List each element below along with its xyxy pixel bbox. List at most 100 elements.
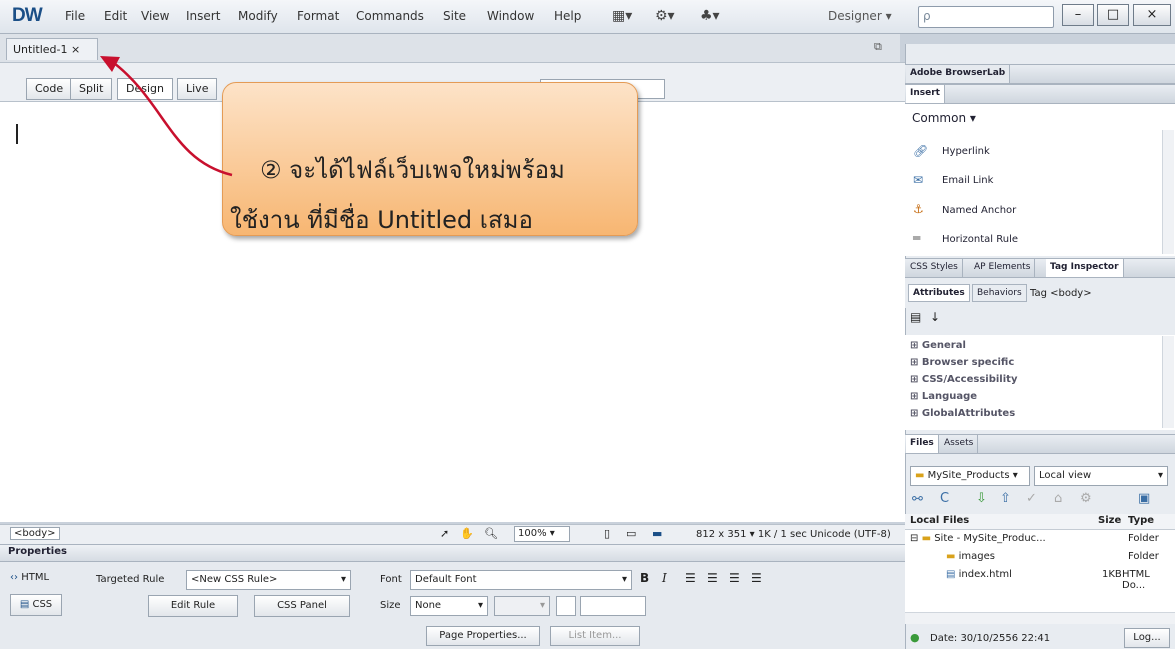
search-icon: ρ [923,9,931,23]
chevron-down-icon: ▾ [477,600,483,611]
layout-icon[interactable]: ▦▾ [612,8,632,24]
select-tool-icon[interactable]: ➚ [440,527,449,540]
expand-icon[interactable]: ▣ [1138,491,1150,506]
file-row-site[interactable]: ⊟ ▬ Site - MySite_Produc... [910,533,1046,544]
list-item-button[interactable]: List Item... [550,626,640,646]
sort-az-icon[interactable]: ↓ [930,310,940,324]
css-mode-button[interactable]: ▤ CSS [10,594,62,616]
site-select[interactable]: ▬ MySite_Products ▾ [910,466,1030,486]
align-center-button[interactable]: ☰ [707,571,718,585]
put-files-icon[interactable]: ⇧ [1000,491,1011,506]
css-panel-button[interactable]: CSS Panel [254,595,350,617]
attr-group-general[interactable]: ⊞ General [910,340,966,351]
minimize-button[interactable]: – [1062,4,1094,26]
insert-horizontal-rule[interactable]: Horizontal Rule [942,234,1018,245]
attr-group-browser[interactable]: ⊞ Browser specific [910,357,1014,368]
check-out-icon[interactable]: ✓ [1026,491,1037,506]
attr-group-language-label: Language [921,391,978,402]
html-mode-label: HTML [21,572,50,583]
file-row-index[interactable]: ▤ index.html [946,569,1012,580]
zoom-tool-icon[interactable]: 🔍︎ [484,527,498,540]
mobile-size-icon[interactable]: ▯ [604,527,610,540]
align-right-button[interactable]: ☰ [729,571,740,585]
maximize-button[interactable]: □ [1097,4,1129,26]
size-select[interactable]: None ▾ [410,596,488,616]
tab-files[interactable]: Files [906,435,939,453]
file-row-index-type: HTML Do... [1122,569,1150,591]
attr-group-global[interactable]: ⊞ GlobalAttributes [910,408,1015,419]
color-picker[interactable] [556,596,576,616]
desktop-size-icon[interactable]: ▬ [652,527,662,540]
tab-browserlab[interactable]: Adobe BrowserLab [906,65,1011,83]
files-header-size: Size [1098,515,1122,526]
attr-group-css[interactable]: ⊞ CSS/Accessibility [910,374,1017,385]
sync-icon[interactable]: ⚙ [1080,491,1092,506]
insert-tabbar [905,84,1175,104]
align-left-button[interactable]: ☰ [685,571,696,585]
file-row-images-name: images [958,551,995,562]
page-properties-button[interactable]: Page Properties... [426,626,540,646]
site-name: MySite_Products [927,470,1010,481]
tab-insert[interactable]: Insert [906,85,945,103]
files-h-scrollbar[interactable] [905,612,1175,624]
menu-site[interactable]: Site [443,9,466,23]
insert-hyperlink[interactable]: Hyperlink [942,146,990,157]
insert-scrollbar[interactable] [1162,130,1174,254]
file-row-images[interactable]: ▬ images [946,551,995,562]
zoom-value: 100% [518,528,547,539]
insert-category-label: Common [912,111,967,125]
italic-button[interactable]: I [662,571,667,585]
status-ok-icon: ● [910,631,920,644]
view-select[interactable]: Local view ▾ [1034,466,1168,486]
search-input[interactable]: ρ [918,6,1054,28]
attr-group-browser-label: Browser specific [921,357,1015,368]
size-unit-select[interactable]: ▾ [494,596,550,616]
color-input[interactable] [580,596,646,616]
file-row-images-type: Folder [1128,551,1159,562]
bold-button[interactable]: B [640,571,649,585]
refresh-icon[interactable]: C [940,491,949,506]
hand-tool-icon[interactable]: ✋ [460,527,474,540]
tab-css-styles[interactable]: CSS Styles [906,259,963,277]
site-icon[interactable]: ♣▾ [700,8,720,24]
insert-category-select[interactable]: Common ▾ [912,111,976,125]
insert-named-anchor[interactable]: Named Anchor [942,205,1016,216]
html-mode-button[interactable]: ‹› HTML [10,572,49,583]
attr-group-language[interactable]: ⊞ Language [910,391,977,402]
insert-email-link[interactable]: Email Link [942,175,993,186]
close-button[interactable]: × [1133,4,1171,26]
menu-window[interactable]: Window [487,9,534,23]
tab-behaviors[interactable]: Behaviors [972,284,1027,302]
tag-name-label: Tag <body> [1030,288,1092,299]
connect-icon[interactable]: ⚯ [912,492,923,507]
folder-icon: ▬ [915,470,925,481]
size-value: None [415,600,442,611]
tab-assets[interactable]: Assets [940,435,979,453]
font-select[interactable]: Default Font ▾ [410,570,632,590]
category-view-icon[interactable]: ▤ [910,310,921,324]
check-in-icon[interactable]: ⌂ [1054,491,1062,506]
folder-icon: ▬ [921,533,932,544]
tab-tag-inspector[interactable]: Tag Inspector [1046,259,1124,277]
zoom-select[interactable]: 100% ▾ [514,526,570,542]
menu-format[interactable]: Format [297,9,339,23]
restore-icon[interactable]: ⧉ [874,40,882,54]
css-mode-label: CSS [32,599,53,610]
targeted-rule-select[interactable]: <New CSS Rule> ▾ [186,570,351,590]
gear-icon[interactable]: ⚙▾ [655,8,675,24]
menu-help[interactable]: Help [554,9,581,23]
tablet-size-icon[interactable]: ▭ [626,527,636,540]
tab-attributes[interactable]: Attributes [908,284,970,302]
html-icon: ‹› [10,572,18,583]
workspace-switcher[interactable]: Designer ▾ [828,9,892,23]
tag-selector[interactable]: <body> [10,527,60,540]
get-files-icon[interactable]: ⇩ [976,491,987,506]
tab-ap-elements[interactable]: AP Elements [970,259,1036,277]
attributes-scrollbar[interactable] [1162,336,1174,428]
files-header-name: Local Files [910,515,970,526]
justify-button[interactable]: ☰ [751,571,762,585]
log-button[interactable]: Log... [1124,628,1170,648]
chevron-down-icon: ▾ [340,574,346,585]
edit-rule-button[interactable]: Edit Rule [148,595,238,617]
menu-commands[interactable]: Commands [356,9,424,23]
